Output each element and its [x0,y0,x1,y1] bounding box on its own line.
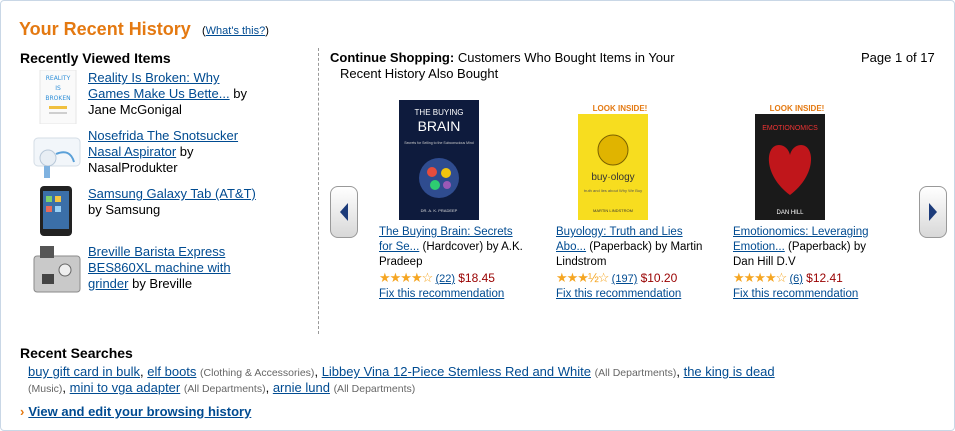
svg-text:THE BUYING: THE BUYING [415,108,464,117]
search-category: (All Departments) [594,367,677,379]
arrow-right-icon [929,203,937,221]
svg-text:LOOK INSIDE!: LOOK INSIDE! [770,104,825,113]
product-thumbnail[interactable] [30,128,84,182]
page-title: Your Recent History [19,19,191,39]
whats-this-note: (What's this?) [202,25,269,37]
column-divider [318,48,319,334]
espresso-machine-thumbnail[interactable] [30,244,84,298]
recently-viewed-item: Samsung Galaxy Tab (AT&T) by Samsung [30,186,300,242]
view-edit-history-link[interactable]: View and edit your browsing history [28,404,251,419]
review-count-link[interactable]: (197) [612,273,638,285]
search-term-link[interactable]: arnie lund [273,380,330,395]
star-rating[interactable]: ★★★★☆ [733,270,787,285]
review-count-link[interactable]: (22) [435,273,455,285]
svg-text:DAN HILL: DAN HILL [776,210,804,216]
price: $10.20 [640,271,678,285]
arrow-left-icon [340,203,348,221]
star-rating[interactable]: ★★★★☆ [379,270,433,285]
search-category: (Music) [28,383,63,395]
svg-text:BROKEN: BROKEN [45,95,70,102]
whats-this-link[interactable]: What's this? [206,25,266,37]
carousel-next-button[interactable] [919,186,947,238]
recently-viewed-item: Nosefrida The Snotsucker Nasal Aspirator … [30,128,300,184]
svg-text:MARTIN LINDSTROM: MARTIN LINDSTROM [593,208,633,213]
recently-viewed-item: Breville Barista Express BES860XL machine… [30,244,300,300]
fix-recommendation-link[interactable]: Fix this recommendation [556,288,681,300]
price: $12.41 [806,271,843,285]
svg-text:EMOTIONOMICS: EMOTIONOMICS [762,125,818,132]
recently-viewed-title-link[interactable]: Reality Is Broken: Why Games Make Us Bett… [88,70,230,101]
recently-viewed-title-link[interactable]: Samsung Galaxy Tab (AT&T) [88,186,256,201]
book-cover[interactable]: THE BUYING BRAIN Secrets for Selling to … [399,100,479,220]
star-rating[interactable]: ★★★½☆ [556,270,609,285]
svg-text:truth and lies about Why We Bu: truth and lies about Why We Buy [584,188,642,193]
svg-text:buy·ology: buy·ology [591,172,634,183]
search-term-link[interactable]: Libbey Vina 12-Piece Stemless Red and Wh… [322,364,591,379]
svg-text:BRAIN: BRAIN [418,118,461,134]
svg-text:LOOK INSIDE!: LOOK INSIDE! [593,104,648,113]
recently-viewed-item: REALITY IS BROKEN Reality Is Broken: Why… [30,69,300,126]
book-cover[interactable]: LOOK INSIDE! buy·ology truth and lies ab… [576,100,656,220]
book-thumbnail[interactable]: REALITY IS BROKEN [30,69,84,125]
page-indicator: Page 1 of 17 [861,50,935,65]
search-category: (All Departments) [333,383,416,395]
svg-text:IS: IS [55,85,61,92]
search-category: (Clothing & Accessories) [200,367,315,379]
recent-searches-heading: Recent Searches [20,345,133,361]
tablet-thumbnail[interactable] [30,186,84,240]
svg-text:REALITY: REALITY [46,75,71,82]
review-count-link[interactable]: (6) [789,273,802,285]
book-cover[interactable]: LOOK INSIDE! EMOTIONOMICS DAN HILL [753,100,833,220]
carousel-prev-button[interactable] [330,186,358,238]
svg-text:Secrets for Selling to the Sub: Secrets for Selling to the Subconscious … [404,141,474,145]
search-category: (All Departments) [183,383,266,395]
author: NasalProdukter [88,160,178,175]
browsing-history-footer: › View and edit your browsing history [20,404,251,419]
recent-searches-line: (Music), mini to vga adapter (All Depart… [28,380,416,395]
author: Jane McGonigal [88,102,182,117]
fix-recommendation-link[interactable]: Fix this recommendation [733,288,858,300]
recently-viewed-title-link[interactable]: Nosefrida The Snotsucker Nasal Aspirator [88,128,238,159]
recently-viewed-heading: Recently Viewed Items [20,50,171,66]
price: $18.45 [458,271,495,285]
search-term-link[interactable]: buy gift card in bulk [28,364,140,379]
svg-text:DR. A. K. PRADEEP: DR. A. K. PRADEEP [421,208,458,213]
recent-searches-line: buy gift card in bulk, elf boots (Clothi… [28,364,775,379]
chevron-right-icon: › [20,404,25,419]
fix-recommendation-link[interactable]: Fix this recommendation [379,288,504,300]
search-term-link[interactable]: mini to vga adapter [70,380,181,395]
search-term-link[interactable]: elf boots [147,364,196,379]
continue-shopping-header: Continue Shopping: Customers Who Bought … [330,50,675,81]
search-term-link[interactable]: the king is dead [684,364,775,379]
